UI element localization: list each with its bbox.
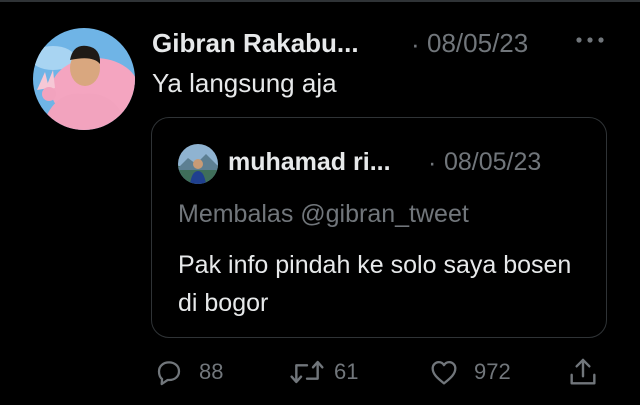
top-divider <box>0 0 640 2</box>
quoted-author-name[interactable]: muhamad ri... <box>228 148 391 177</box>
quoted-tweet-date[interactable]: 08/05/23 <box>444 148 541 177</box>
replying-to-label: Membalas @gibran_tweet <box>178 200 469 228</box>
author-name[interactable]: Gibran Rakabu... <box>152 28 359 59</box>
tweet-actions: 88 61 972 <box>0 352 640 392</box>
like-button[interactable]: 972 <box>428 352 511 392</box>
retweet-button[interactable]: 61 <box>288 352 358 392</box>
reply-button[interactable]: 88 <box>153 352 223 392</box>
like-count: 972 <box>474 359 511 384</box>
tweet-date[interactable]: 08/05/23 <box>427 28 528 59</box>
heart-icon <box>428 356 460 388</box>
quoted-tweet[interactable]: muhamad ri... · 08/05/23 Membalas @gibra… <box>151 117 607 338</box>
more-options-icon[interactable] <box>575 33 605 47</box>
quoted-tweet-text: Pak info pindah ke solo saya bosen di bo… <box>178 251 572 317</box>
reply-count: 88 <box>199 359 224 384</box>
quoted-author-avatar[interactable] <box>178 144 218 184</box>
tweet-text: Ya langsung aja <box>152 68 337 98</box>
share-button[interactable] <box>566 352 600 392</box>
reply-icon <box>153 356 185 388</box>
retweet-icon <box>288 356 326 388</box>
quoted-date-separator: · <box>428 149 437 177</box>
retweet-count: 61 <box>334 359 359 384</box>
share-icon <box>566 355 600 389</box>
author-avatar[interactable] <box>33 28 135 130</box>
date-separator: · <box>411 29 420 59</box>
